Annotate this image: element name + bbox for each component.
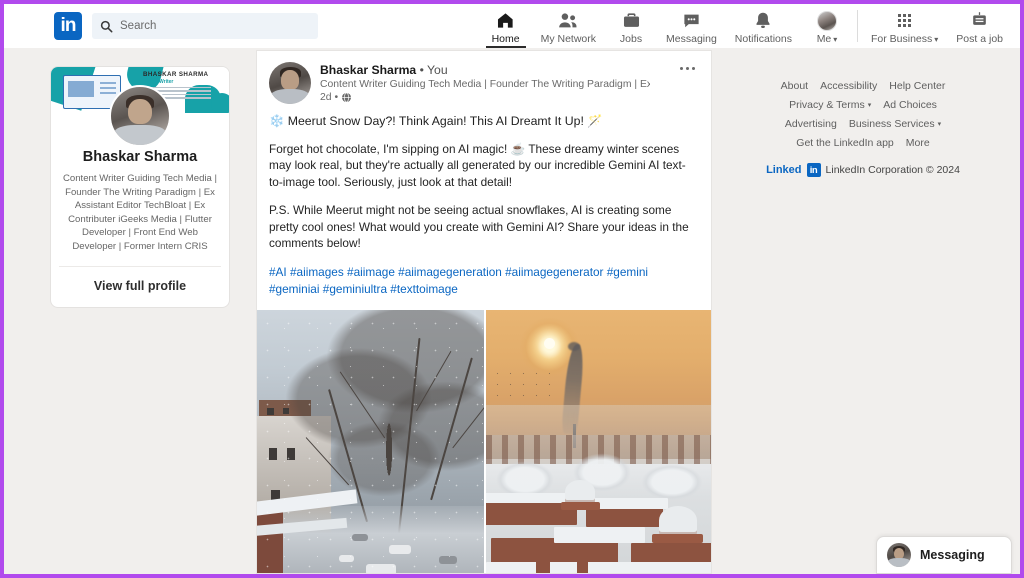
nav-label: Notifications bbox=[734, 33, 792, 45]
home-icon bbox=[496, 10, 515, 31]
more-options-icon bbox=[680, 67, 683, 70]
footer-row: Advertising Business Services ▾ bbox=[732, 118, 994, 130]
chevron-down-icon: ▾ bbox=[833, 35, 838, 44]
post-header: Bhaskar Sharma • You Content Writer Guid… bbox=[257, 51, 711, 104]
footer-copyright: LinkedIn Corporation © 2024 bbox=[825, 164, 960, 176]
chevron-down-icon: ▾ bbox=[937, 121, 942, 128]
messaging-avatar bbox=[887, 543, 911, 567]
profile-name: Bhaskar Sharma bbox=[82, 149, 198, 165]
footer-link-more[interactable]: More bbox=[906, 137, 930, 149]
post-author-avatar[interactable] bbox=[269, 62, 311, 104]
footer-link-about[interactable]: About bbox=[781, 80, 808, 92]
nav-item-my-network[interactable]: My Network bbox=[532, 4, 605, 48]
post-hashtags[interactable]: #AI #aiimages #aiimage #aiimagegeneratio… bbox=[269, 264, 699, 298]
nav-item-me[interactable]: Me ▾ bbox=[801, 4, 853, 48]
messaging-label: Messaging bbox=[920, 548, 985, 562]
avatar bbox=[817, 10, 837, 31]
feed-post: Bhaskar Sharma • You Content Writer Guid… bbox=[256, 50, 712, 574]
post-content: ❄️ Meerut Snow Day?! Think Again! This A… bbox=[257, 104, 711, 298]
briefcase-icon bbox=[622, 10, 641, 31]
snowy-street-image bbox=[257, 310, 484, 573]
search-input[interactable] bbox=[120, 20, 300, 32]
chat-bubble-icon bbox=[682, 10, 701, 31]
post-title: ❄️ Meerut Snow Day?! Think Again! This A… bbox=[269, 114, 603, 128]
nav-label: Me bbox=[816, 33, 832, 45]
grid-icon bbox=[898, 10, 912, 31]
footer-brand: Linked in LinkedIn Corporation © 2024 bbox=[732, 163, 994, 177]
nav-item-jobs[interactable]: Jobs bbox=[605, 4, 657, 48]
post-image-2[interactable] bbox=[486, 310, 711, 573]
footer-row: About Accessibility Help Center bbox=[732, 80, 994, 92]
footer-row: Get the LinkedIn app More bbox=[732, 137, 994, 149]
footer-link-privacy-terms[interactable]: Privacy & Terms ▾ bbox=[789, 99, 871, 111]
messaging-widget[interactable]: Messaging bbox=[876, 536, 1012, 574]
post-author-name[interactable]: Bhaskar Sharma bbox=[320, 63, 416, 77]
banner-shape bbox=[211, 93, 229, 113]
post-job-icon bbox=[971, 10, 988, 31]
nav-item-home[interactable]: Home bbox=[480, 4, 532, 48]
nav-item-messaging[interactable]: Messaging bbox=[657, 4, 726, 48]
post-paragraph-2: P.S. While Meerut might not be seeing ac… bbox=[269, 202, 689, 251]
view-full-profile-button[interactable]: View full profile bbox=[59, 279, 221, 293]
global-header: in Home bbox=[4, 4, 1020, 48]
post-image-1[interactable] bbox=[257, 310, 484, 573]
banner-subtitle: Writer bbox=[159, 79, 174, 85]
site-footer: About Accessibility Help Center Privacy … bbox=[732, 80, 994, 177]
footer-row: Privacy & Terms ▾ Ad Choices bbox=[732, 99, 994, 111]
nav-label: Jobs bbox=[619, 33, 643, 45]
nav-item-for-business[interactable]: For Business ▾ bbox=[862, 4, 947, 48]
linkedin-logo-icon[interactable]: in bbox=[54, 12, 82, 40]
nav-label: My Network bbox=[540, 33, 597, 45]
linkedin-wordmark: Linked bbox=[766, 164, 802, 176]
banner-name: BHASKAR SHARMA bbox=[143, 71, 209, 78]
post-image-gallery bbox=[257, 310, 711, 573]
search-bar[interactable] bbox=[92, 13, 318, 39]
footer-link-help-center[interactable]: Help Center bbox=[889, 80, 945, 92]
nav-item-notifications[interactable]: Notifications bbox=[726, 4, 801, 48]
app-frame: in Home bbox=[4, 4, 1020, 574]
post-more-options-button[interactable] bbox=[676, 63, 699, 74]
chevron-down-icon: ▾ bbox=[867, 102, 872, 109]
footer-link-get-linkedin-app[interactable]: Get the LinkedIn app bbox=[796, 137, 894, 149]
post-author-suffix: • You bbox=[419, 63, 448, 77]
footer-link-accessibility[interactable]: Accessibility bbox=[820, 80, 877, 92]
profile-avatar[interactable] bbox=[109, 85, 171, 147]
avatar-icon bbox=[817, 10, 837, 31]
globe-icon bbox=[342, 92, 352, 103]
post-timestamp: 2d • bbox=[320, 92, 339, 103]
profile-card: BHASKAR SHARMA Writer Bhaskar Sharma Con… bbox=[50, 66, 230, 308]
linkedin-logo-icon: in bbox=[806, 163, 821, 177]
nav-label: Messaging bbox=[666, 33, 717, 45]
post-author-headline: Content Writer Guiding Tech Media | Foun… bbox=[320, 79, 650, 90]
nav-divider bbox=[857, 10, 858, 42]
golden-sunset-rooftops-image bbox=[486, 310, 711, 573]
bell-icon bbox=[754, 10, 772, 31]
chevron-down-icon: ▾ bbox=[934, 35, 939, 44]
people-icon bbox=[558, 10, 578, 31]
post-paragraph-1: Forget hot chocolate, I'm sipping on AI … bbox=[269, 141, 686, 190]
nav-label: For Business bbox=[871, 33, 933, 45]
footer-link-advertising[interactable]: Advertising bbox=[785, 118, 837, 130]
nav-item-post-a-job[interactable]: Post a job bbox=[947, 4, 1012, 48]
search-icon bbox=[100, 20, 113, 32]
profile-headline: Content Writer Guiding Tech Media | Foun… bbox=[62, 173, 218, 253]
nav-label: Home bbox=[491, 33, 520, 45]
footer-link-business-services[interactable]: Business Services ▾ bbox=[849, 118, 941, 130]
footer-link-ad-choices[interactable]: Ad Choices bbox=[883, 99, 937, 111]
primary-navigation: Home My Network Jobs Messaging Notificat… bbox=[480, 4, 1012, 48]
nav-label: Post a job bbox=[956, 33, 1003, 45]
divider bbox=[59, 265, 221, 267]
